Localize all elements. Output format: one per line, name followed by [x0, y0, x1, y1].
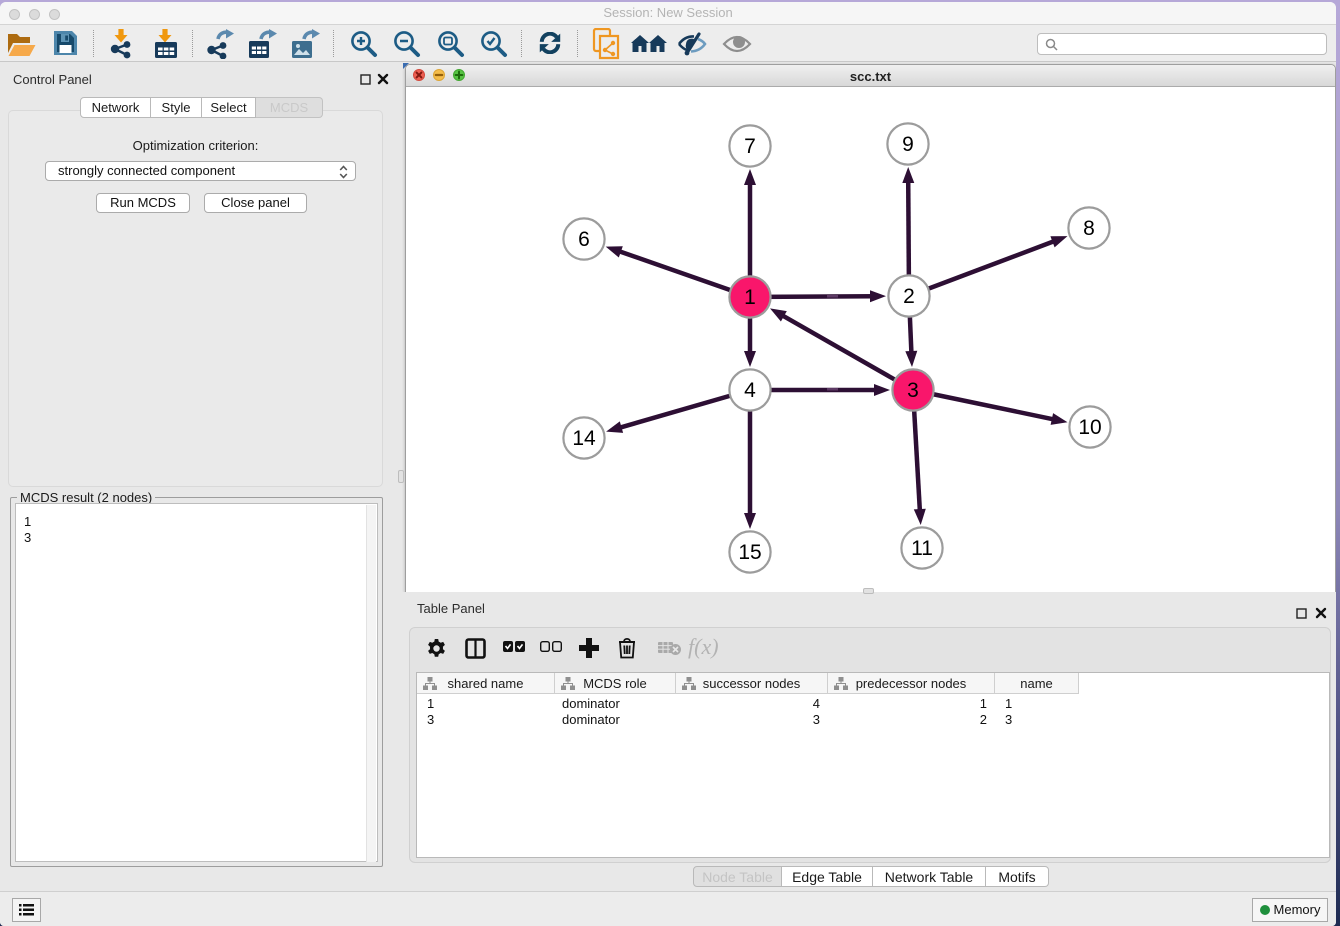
- svg-text:14: 14: [572, 427, 596, 450]
- svg-text:1: 1: [744, 286, 756, 309]
- svg-text:9: 9: [902, 133, 914, 156]
- svg-text:2: 2: [903, 285, 915, 308]
- svg-text:3: 3: [907, 379, 919, 402]
- svg-text:4: 4: [744, 379, 756, 402]
- svg-text:6: 6: [578, 228, 590, 251]
- svg-text:10: 10: [1078, 416, 1101, 439]
- svg-text:15: 15: [738, 541, 761, 564]
- svg-text:8: 8: [1083, 217, 1095, 240]
- svg-text:11: 11: [911, 537, 933, 560]
- svg-text:7: 7: [744, 135, 756, 158]
